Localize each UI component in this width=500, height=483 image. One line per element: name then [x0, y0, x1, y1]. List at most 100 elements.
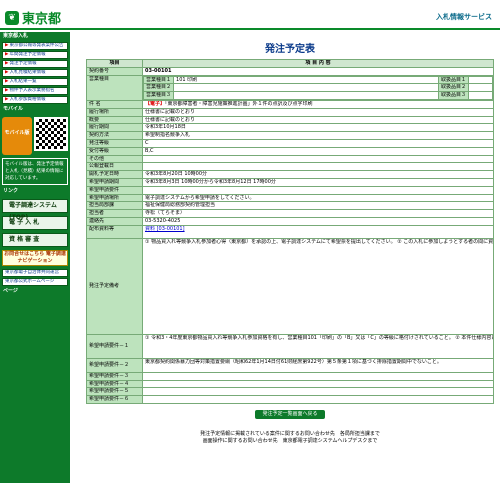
sidebar-item-shimei[interactable]: ▶物件予入表示業務指名	[2, 87, 68, 95]
subject-text: 「東京都障害者・障害児施策推進計画」外１件の点訳及び点字印刷	[165, 100, 313, 107]
row-label: 希望申請要件－４	[86, 379, 143, 389]
row-label: 履行場所	[86, 107, 143, 117]
mobile-button[interactable]: モバイル版	[2, 117, 32, 155]
sub-label: 取扱品目１	[437, 76, 470, 85]
tokyo-logo[interactable]: ❦ 東京都	[5, 8, 61, 27]
row-label: その他	[86, 154, 143, 164]
row-value	[142, 379, 494, 389]
sub-value	[468, 91, 493, 100]
col-header-item: 項目	[86, 59, 143, 68]
sidebar-item-nenkan[interactable]: ▶年間発注予定情報	[2, 51, 68, 59]
attachment-link[interactable]: 資料 [03-00101]	[145, 226, 185, 232]
link-kyodo-unei[interactable]: 東京都電子自治体共同運営	[2, 269, 68, 277]
footer-line: 画面操作に関するお問い合わせ先 東京都電子調達システムヘルプデスクまで	[202, 437, 378, 444]
sidebar-item-hacchu[interactable]: ▶発注予定情報	[2, 60, 68, 68]
footer: 発注予定情報に掲載されている案件に関するお問い合わせ先 各局所担当課まで 画面操…	[86, 431, 494, 445]
row-value: B,C	[142, 146, 494, 156]
requirement-2-text: 東京都契約関係暴力団等対策措置要綱（昭和62年1月14日付61財経庶第922号）…	[142, 357, 494, 373]
sub-value	[173, 83, 439, 93]
mobile-block: モバイル版	[2, 117, 68, 155]
sidebar-section-mobile: モバイル	[3, 106, 24, 112]
sub-label: 営業種目３	[143, 91, 175, 100]
sidebar-item-kouhou[interactable]: ▶東京都公報等発表案件公告	[2, 42, 68, 50]
qr-code-icon	[34, 117, 68, 151]
row-label: 希望申請要件	[86, 185, 143, 195]
row-label: 連絡先	[86, 216, 143, 226]
row-label: 担当者	[86, 209, 143, 218]
subject-cell: 【電子】「東京都障害者・障害児施策推進計画」外１件の点訳及び点字印刷	[142, 99, 494, 109]
detail-table: 項目項 目 内 容 契約番号 03-00101 営業種目 営業種目１ 101 印刷取…	[86, 59, 494, 404]
row-label: 希望申請要件－５	[86, 387, 143, 397]
row-value: 仕様書に記載のとおり	[142, 107, 494, 117]
denshi-chotatsu-button[interactable]: 電子調達システム(TOP)	[2, 199, 68, 221]
arrow-icon: ▶	[5, 88, 9, 93]
logo-text: 東京都	[22, 12, 62, 27]
sidebar: 東京都入札 ▶東京都公報等発表案件公告 ▶年間発注予定情報 ▶発注予定情報 ▶入…	[0, 32, 70, 483]
row-value: 電子調達システムから希望申請をしてください。	[142, 193, 494, 203]
link-tokyo-official[interactable]: 東京都公式ホームページ	[2, 278, 68, 286]
row-label: 希望申請要件－３	[86, 371, 143, 381]
denshi-nyusatsu-button[interactable]: 電 子 入 札	[2, 216, 68, 230]
sub-value: 101 印刷	[173, 76, 439, 85]
service-title: 入札情報サービス	[436, 13, 492, 21]
col-header-content: 項 目 内 容	[142, 59, 494, 68]
row-label: 件 名	[86, 99, 143, 109]
sub-label: 営業種目２	[143, 83, 175, 93]
sub-label: 取扱品目３	[437, 91, 470, 100]
arrow-icon: ▶	[5, 43, 9, 48]
row-label: 発注予定備考	[86, 237, 143, 335]
contract-number: 03-00101	[142, 66, 494, 76]
row-value: 令和3年8月3日 10時00分から令和3年8月12日 17時00分	[142, 177, 494, 187]
row-label: 営業種目	[86, 74, 143, 101]
row-value	[142, 387, 494, 397]
ginkgo-logo-icon: ❦	[5, 10, 19, 25]
footer-line: 発注予定情報に掲載されている案件に関するお問い合わせ先 各局所担当課まで	[200, 430, 380, 437]
sub-value	[173, 91, 439, 100]
arrow-icon: ▶	[5, 79, 9, 84]
sidebar-item-kekka[interactable]: ▶入札見積結果情報	[2, 69, 68, 77]
row-label: 担当局部課	[86, 201, 143, 211]
sidebar-item-shikaku[interactable]: ▶入札参加資格情報	[2, 96, 68, 104]
row-label: 配布資料等	[86, 224, 143, 239]
arrow-icon: ▶	[5, 52, 9, 57]
row-label: 発注等級	[86, 138, 143, 148]
row-label: 契約番号	[86, 66, 143, 76]
row-value	[142, 395, 494, 404]
notes-text: ① 物品買入れ等競争入札参加者心得（東京都）を承認の上、電子調達システムにて希望…	[142, 237, 494, 335]
main-content: 発注予定表 項目項 目 内 容 契約番号 03-00101 営業種目 営業種目１ 1…	[86, 32, 494, 445]
row-value	[142, 162, 494, 172]
row-value: 希望制指名競争入札	[142, 131, 494, 140]
contact-navi-button[interactable]: お問合せはこちら 電子調達ナビゲーション	[2, 250, 68, 266]
row-value: 福祉保健局総務部契約管理担当	[142, 201, 494, 211]
row-label: 受付等級	[86, 146, 143, 156]
row-label: 希望申請場所	[86, 193, 143, 203]
attachment-cell: 資料 [03-00101]	[142, 224, 494, 239]
sidebar-section-links: リンク	[3, 188, 19, 194]
requirement-1-text: ① 令和3・4年度東京都物品買入れ等競争入札参加資格を有し、営業種目101「印刷…	[142, 333, 494, 359]
business-type-cell: 営業種目１ 101 印刷 取扱品目１ 営業種目２ 取扱品目２ 営業種目３ 取扱品目３	[142, 74, 494, 101]
sidebar-section-title: 東京都入札	[3, 33, 29, 39]
row-label: 契約方法	[86, 131, 143, 140]
row-value: 寺松（てらそま）	[142, 209, 494, 218]
sidebar-item-ichiran[interactable]: ▶入札結果一覧	[2, 78, 68, 86]
arrow-icon: ▶	[5, 61, 9, 66]
arrow-icon: ▶	[5, 97, 9, 102]
row-value	[142, 154, 494, 164]
row-value: C	[142, 138, 494, 148]
back-to-list-button[interactable]: 発注予定一覧画面へ戻る	[255, 409, 325, 419]
row-label: 希望申請期間	[86, 177, 143, 187]
row-value: 令和3年10月18日	[142, 123, 494, 133]
row-label: 希望申請要件－６	[86, 395, 143, 404]
arrow-icon: ▶	[5, 70, 9, 75]
page-title: 発注予定表	[265, 44, 315, 55]
mobile-note: モバイル版は、発注予定情報と入札（見積）結果の情報に対応しています。	[2, 158, 68, 185]
sidebar-bottom-label: ページ	[3, 288, 18, 294]
sub-label: 営業種目１	[143, 76, 175, 85]
row-value: 令和3年8月20日 10時00分	[142, 170, 494, 179]
header: ❦ 東京都 入札情報サービス	[0, 0, 500, 30]
row-label: 公報登載日	[86, 162, 143, 172]
shikaku-shinsa-button[interactable]: 資 格 審 査	[2, 233, 68, 247]
sub-label: 取扱品目２	[437, 83, 470, 93]
row-label: 希望申請要件－２	[86, 357, 143, 373]
row-label: 概要	[86, 115, 143, 125]
